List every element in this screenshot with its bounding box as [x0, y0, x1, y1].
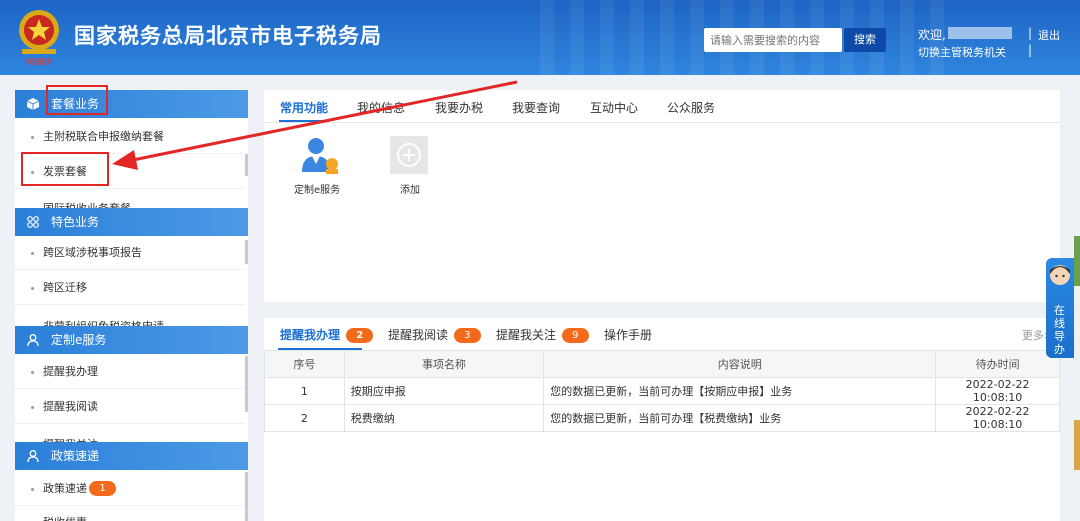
- annotation-arrow: [112, 80, 518, 170]
